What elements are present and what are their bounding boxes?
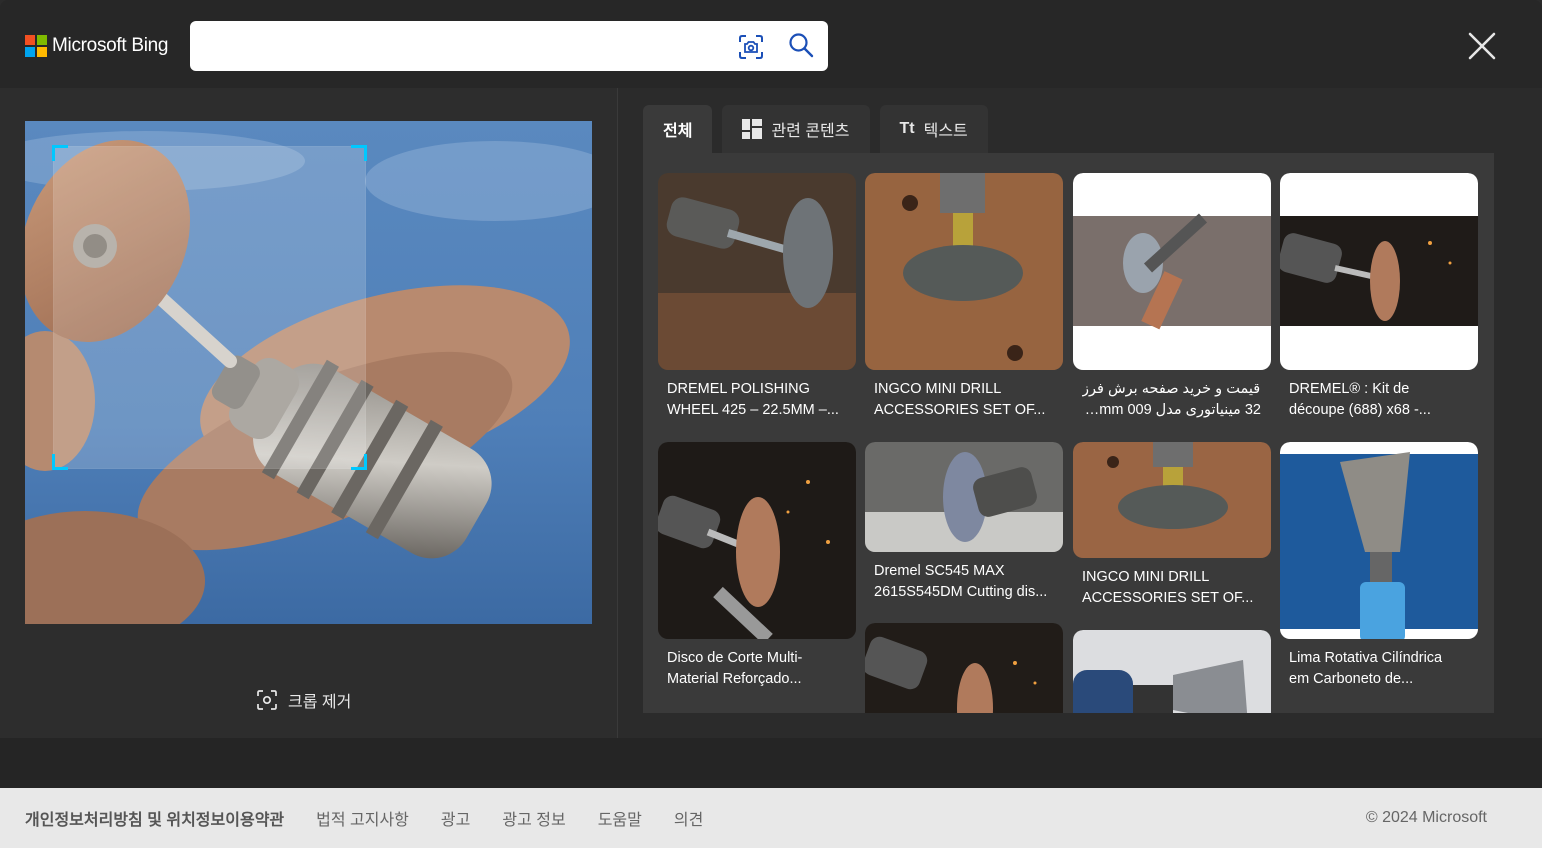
tab-label: 관련 콘텐츠 [771, 123, 850, 140]
visual-search-icon[interactable] [738, 34, 764, 60]
result-thumbnail [1073, 630, 1271, 713]
footer-link-help[interactable]: 도움말 [598, 806, 642, 830]
result-thumbnail [1280, 173, 1478, 370]
result-thumbnail [658, 442, 856, 639]
remove-crop-button[interactable]: 크롭 제거 [256, 688, 351, 712]
search-icon[interactable] [787, 31, 815, 59]
footer-link-ad-info[interactable]: 광고 정보 [502, 806, 565, 830]
query-image[interactable] [25, 121, 592, 624]
footer-links: 개인정보처리방침 및 위치정보이용약관 법적 고지사항 광고 광고 정보 도움말… [25, 788, 703, 848]
tab-related-content[interactable]: 관련 콘텐츠 [722, 105, 870, 153]
crop-selection[interactable] [52, 145, 367, 470]
result-caption: قیمت و خرید صفحه برش فرز 32 مینیاتوری مد… [1082, 381, 1261, 418]
crop-icon [257, 690, 277, 710]
result-card[interactable]: INGCO MINI DRILL ACCESSORIES SET OF... [1073, 442, 1271, 609]
logo-text: Microsoft Bing [52, 35, 169, 56]
result-thumbnail [865, 173, 1063, 370]
header: Microsoft Bing [0, 0, 1542, 88]
result-card[interactable]: Disco de Corte Multi- Material Reforçado… [658, 442, 856, 690]
results-scrollbar[interactable] [1494, 153, 1542, 713]
result-card[interactable]: DREMEL POLISHING WHEEL 425 – 22.5MM –... [658, 173, 856, 421]
copyright: © 2024 Microsoft [1365, 809, 1487, 826]
footer-link-privacy[interactable]: 개인정보처리방침 및 위치정보이용약관 [25, 806, 284, 830]
crop-handle-top-right[interactable] [351, 145, 367, 161]
search-input[interactable] [204, 29, 724, 63]
crop-handle-top-left[interactable] [52, 145, 68, 161]
query-image-panel: 크롭 제거 [0, 88, 617, 738]
result-thumbnail [865, 623, 1063, 713]
result-caption: DREMEL POLISHING WHEEL 425 – 22.5MM –... [667, 381, 839, 418]
text-icon: Tt [899, 120, 915, 137]
results-panel: 전체 관련 콘텐츠 Tt 텍스트 DREMEL POLISHING WHEEL … [618, 88, 1542, 738]
remove-crop-label: 크롭 제거 [288, 694, 352, 711]
result-caption: Disco de Corte Multi- Material Reforçado… [667, 650, 803, 687]
close-icon[interactable] [1464, 28, 1500, 64]
grid-icon [742, 119, 763, 139]
result-thumbnail [1280, 442, 1478, 639]
tab-all[interactable]: 전체 [643, 105, 713, 153]
result-thumbnail [865, 442, 1063, 552]
results-grid: DREMEL POLISHING WHEEL 425 – 22.5MM –... [643, 153, 1494, 713]
footer-link-ads[interactable]: 광고 [441, 806, 470, 830]
crop-handle-bottom-left[interactable] [52, 454, 68, 470]
result-thumbnail [1073, 442, 1271, 558]
tab-label: 전체 [663, 123, 693, 140]
footer-spacer [0, 738, 1542, 788]
result-thumbnail [1073, 173, 1271, 370]
visual-search-window: Microsoft Bing 크롭 제거 전체 관련 콘텐츠 Tt 텍스트 DR… [0, 0, 1542, 848]
result-caption: INGCO MINI DRILL ACCESSORIES SET OF... [1082, 569, 1254, 606]
bing-logo[interactable]: Microsoft Bing [25, 35, 168, 57]
result-tabs: 전체 관련 콘텐츠 Tt 텍스트 [643, 105, 988, 153]
tab-text[interactable]: Tt 텍스트 [879, 105, 988, 153]
result-caption: INGCO MINI DRILL ACCESSORIES SET OF... [874, 381, 1046, 418]
result-card[interactable]: Dremel SC545 MAX 2615S545DM Cutting dis.… [865, 442, 1063, 603]
footer: 개인정보처리방침 및 위치정보이용약관 법적 고지사항 광고 광고 정보 도움말… [0, 788, 1542, 848]
result-card[interactable]: قیمت و خرید صفحه برش فرز 32 مینیاتوری مد… [1073, 173, 1271, 421]
result-caption: Lima Rotativa Cilíndrica em Carboneto de… [1289, 650, 1443, 687]
microsoft-logo-icon [25, 35, 47, 57]
result-card[interactable]: INGCO MINI DRILL ACCESSORIES SET OF... [865, 173, 1063, 421]
result-card[interactable]: DREMEL® : Kit de découpe (688) x68 -... [1280, 173, 1478, 421]
result-caption: DREMEL® : Kit de découpe (688) x68 -... [1289, 381, 1431, 418]
result-card[interactable] [865, 623, 1063, 713]
crop-handle-bottom-right[interactable] [351, 454, 367, 470]
result-caption: Dremel SC545 MAX 2615S545DM Cutting dis.… [874, 563, 1048, 600]
search-box [190, 21, 828, 71]
footer-link-legal[interactable]: 법적 고지사항 [316, 806, 409, 830]
result-card[interactable]: Lima Rotativa Cilíndrica em Carboneto de… [1280, 442, 1478, 690]
result-thumbnail [658, 173, 856, 370]
tab-label: 텍스트 [923, 123, 968, 140]
result-card[interactable] [1073, 630, 1271, 713]
footer-link-feedback[interactable]: 의견 [674, 806, 703, 830]
